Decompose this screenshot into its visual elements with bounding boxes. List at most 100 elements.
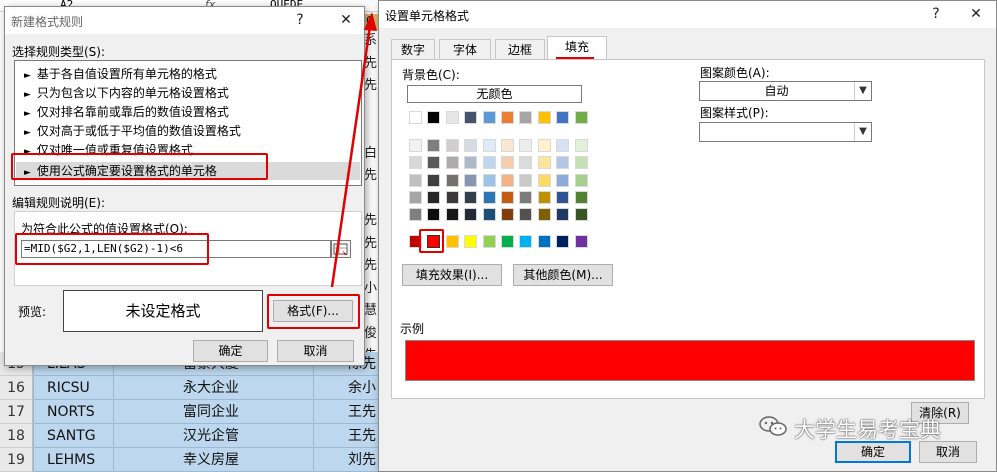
color-swatch[interactable] xyxy=(574,111,588,124)
cell-contact[interactable]: 王先 xyxy=(348,400,376,424)
range-select-button[interactable] xyxy=(331,240,351,258)
color-swatch[interactable] xyxy=(556,208,570,221)
tab-number[interactable]: 数字 xyxy=(391,39,435,60)
color-swatch[interactable] xyxy=(501,139,514,152)
rule-type-item[interactable]: ► 基于各自值设置所有单元格的格式 xyxy=(16,65,360,83)
color-swatch[interactable] xyxy=(409,208,422,221)
color-swatch[interactable] xyxy=(537,139,551,152)
color-swatch[interactable] xyxy=(482,208,496,221)
color-swatch[interactable] xyxy=(445,111,459,124)
close-icon[interactable]: ✕ xyxy=(335,10,357,30)
rule-type-item[interactable]: ► 仅对排名靠前或靠后的数值设置格式 xyxy=(16,103,360,121)
color-swatch[interactable] xyxy=(482,174,496,187)
color-swatch[interactable] xyxy=(556,191,570,204)
cancel-button[interactable]: 取消 xyxy=(277,340,354,362)
color-swatch[interactable] xyxy=(519,111,533,124)
cell-company[interactable]: 富同企业 xyxy=(183,400,239,424)
cancel-button[interactable]: 取消 xyxy=(919,441,977,463)
color-swatch[interactable] xyxy=(427,174,441,187)
color-swatch[interactable] xyxy=(501,156,514,169)
color-swatch[interactable] xyxy=(574,191,588,204)
color-swatch[interactable] xyxy=(464,235,478,248)
color-swatch[interactable] xyxy=(464,174,478,187)
color-swatch[interactable] xyxy=(537,174,551,187)
color-swatch[interactable] xyxy=(464,156,478,169)
color-swatch[interactable] xyxy=(556,174,570,187)
color-swatch[interactable] xyxy=(519,235,533,248)
color-swatch[interactable] xyxy=(427,156,441,169)
color-swatch[interactable] xyxy=(519,191,533,204)
cell-company[interactable]: 汉光企管 xyxy=(183,424,239,448)
color-swatch[interactable] xyxy=(519,174,533,187)
color-swatch[interactable] xyxy=(537,208,551,221)
color-swatch[interactable] xyxy=(464,191,478,204)
cell-contact[interactable]: 刘先 xyxy=(348,448,376,472)
tab-border[interactable]: 边框 xyxy=(495,39,545,60)
cell-code[interactable]: SANTG xyxy=(47,424,96,448)
color-swatch[interactable] xyxy=(537,235,551,248)
more-colors-button[interactable]: 其他颜色(M)... xyxy=(513,264,613,286)
cell-code[interactable]: NORTS xyxy=(47,400,95,424)
rule-type-item[interactable]: ► 仅对高于或低于平均值的数值设置格式 xyxy=(16,122,360,140)
color-swatch[interactable] xyxy=(519,156,533,169)
color-swatch[interactable] xyxy=(574,156,588,169)
close-icon[interactable]: ✕ xyxy=(965,4,987,24)
color-swatch[interactable] xyxy=(519,139,533,152)
color-swatch[interactable] xyxy=(537,191,551,204)
row-header[interactable]: 16 xyxy=(0,376,33,400)
color-swatch[interactable] xyxy=(445,139,459,152)
color-swatch[interactable] xyxy=(501,208,514,221)
color-swatch[interactable] xyxy=(445,208,459,221)
color-swatch[interactable] xyxy=(482,235,496,248)
color-swatch[interactable] xyxy=(409,139,422,152)
cell-code[interactable]: RICSU xyxy=(47,376,90,400)
color-swatch[interactable] xyxy=(445,156,459,169)
cell-company[interactable]: 永大企业 xyxy=(183,376,239,400)
help-icon[interactable]: ? xyxy=(289,10,311,30)
cell-code[interactable]: LEHMS xyxy=(47,448,95,472)
color-swatch[interactable] xyxy=(556,235,570,248)
color-swatch[interactable] xyxy=(501,174,514,187)
color-swatch[interactable] xyxy=(427,111,441,124)
color-swatch[interactable] xyxy=(556,139,570,152)
cell-contact[interactable]: 余小 xyxy=(348,376,376,400)
color-swatch[interactable] xyxy=(482,156,496,169)
color-swatch[interactable] xyxy=(464,111,478,124)
color-swatch[interactable] xyxy=(501,191,514,204)
color-swatch[interactable] xyxy=(409,174,422,187)
cell-contact[interactable]: 王先 xyxy=(348,424,376,448)
color-swatch[interactable] xyxy=(537,156,551,169)
fill-effects-button[interactable]: 填充效果(I)... xyxy=(402,264,502,286)
color-swatch[interactable] xyxy=(574,208,588,221)
tab-font[interactable]: 字体 xyxy=(439,39,491,60)
color-swatch[interactable] xyxy=(482,111,496,124)
color-swatch[interactable] xyxy=(464,208,478,221)
color-swatch[interactable] xyxy=(445,191,459,204)
row-header[interactable]: 17 xyxy=(0,400,33,424)
row-header[interactable]: 18 xyxy=(0,424,33,448)
color-swatch[interactable] xyxy=(482,139,496,152)
color-swatch[interactable] xyxy=(409,191,422,204)
color-swatch[interactable] xyxy=(501,235,514,248)
pattern-color-select[interactable]: 自动 ▼ xyxy=(699,81,872,101)
row-header[interactable]: 19 xyxy=(0,448,33,472)
color-swatch[interactable] xyxy=(427,191,441,204)
color-swatch[interactable] xyxy=(409,156,422,169)
color-swatch[interactable] xyxy=(409,111,422,124)
color-swatch[interactable] xyxy=(519,208,533,221)
help-icon[interactable]: ? xyxy=(925,4,947,24)
color-swatch[interactable] xyxy=(537,111,551,124)
color-swatch[interactable] xyxy=(574,235,588,248)
color-swatch[interactable] xyxy=(574,139,588,152)
no-color-button[interactable]: 无颜色 xyxy=(407,85,582,103)
color-swatch[interactable] xyxy=(445,235,459,248)
pattern-style-select[interactable]: ▼ xyxy=(699,122,872,142)
ok-button[interactable]: 确定 xyxy=(835,441,911,463)
color-swatch[interactable] xyxy=(482,191,496,204)
color-swatch[interactable] xyxy=(574,174,588,187)
color-swatch[interactable] xyxy=(556,156,570,169)
color-swatch[interactable] xyxy=(445,174,459,187)
color-swatch[interactable] xyxy=(501,111,514,124)
color-swatch[interactable] xyxy=(427,208,441,221)
rule-type-item[interactable]: ► 只为包含以下内容的单元格设置格式 xyxy=(16,84,360,102)
